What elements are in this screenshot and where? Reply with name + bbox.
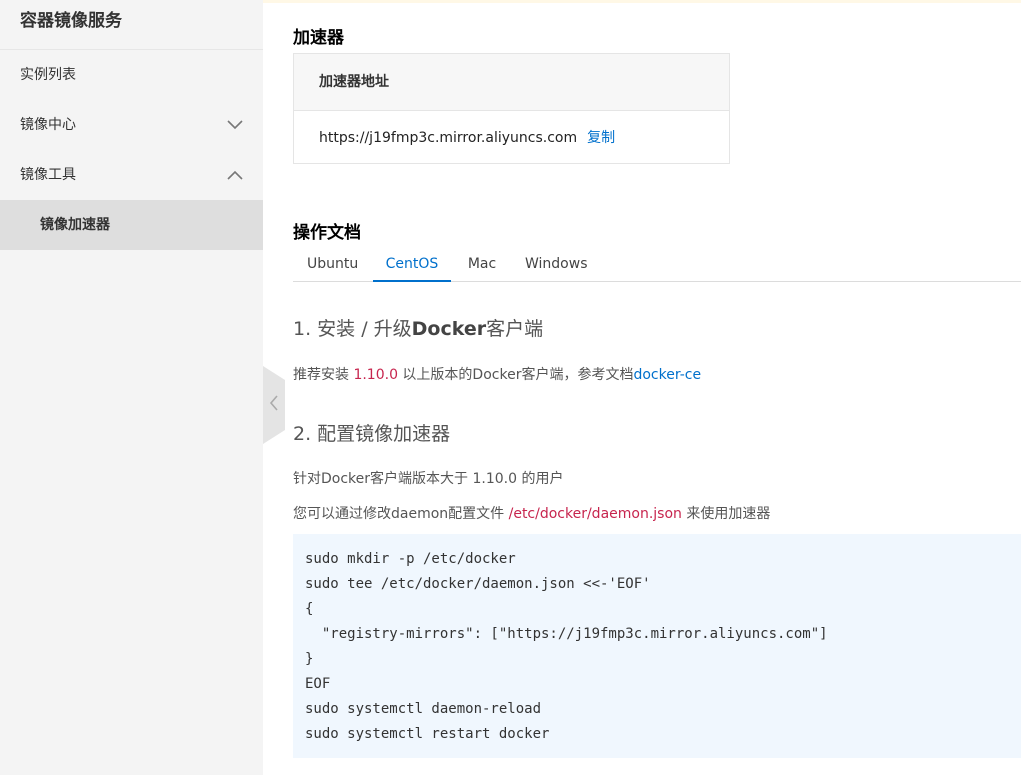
config-path-highlight: /etc/docker/daemon.json (508, 506, 682, 522)
tab-mac[interactable]: Mac (467, 248, 497, 280)
accelerator-table-row: https://j19fmp3c.mirror.aliyuncs.com 复制 (294, 111, 729, 165)
chevron-down-icon (227, 100, 243, 150)
tab-ubuntu[interactable]: Ubuntu (307, 248, 358, 280)
sidebar-item-image-accelerator[interactable]: 镜像加速器 (0, 200, 263, 250)
step2-line1: 针对Docker客户端版本大于 1.10.0 的用户 (293, 471, 564, 487)
code-line: } (305, 651, 314, 667)
version-highlight: 1.10.0 (353, 367, 398, 383)
chevron-left-icon (269, 395, 279, 415)
code-line: sudo mkdir -p /etc/docker (305, 551, 516, 567)
step1-heading: 1. 安装 / 升级Docker客户端 (293, 314, 543, 341)
tab-windows[interactable]: Windows (525, 248, 588, 280)
sidebar-item-label: 实例列表 (20, 67, 76, 83)
step2-line2-before: 您可以通过修改daemon配置文件 (293, 506, 509, 522)
accelerator-url: https://j19fmp3c.mirror.aliyuncs.com (319, 130, 578, 146)
sidebar-collapse-handle[interactable] (263, 366, 285, 444)
code-line: { (305, 601, 314, 617)
step1-text: 推荐安装 1.10.0 以上版本的Docker客户端，参考文档docker-ce (293, 364, 701, 384)
step2-line2-after: 来使用加速器 (681, 506, 771, 522)
step1-heading-suffix: 客户端 (486, 318, 544, 340)
code-line: sudo systemctl daemon-reload (305, 701, 542, 717)
sidebar-item-image-tools[interactable]: 镜像工具 (0, 150, 263, 200)
step2-line2: 您可以通过修改daemon配置文件 /etc/docker/daemon.jso… (293, 503, 770, 523)
step2-heading: 2. 配置镜像加速器 (293, 423, 451, 445)
accelerator-table-header: 加速器地址 (294, 54, 729, 111)
notice-strip (263, 0, 1021, 3)
sidebar-item-image-center[interactable]: 镜像中心 (0, 100, 263, 150)
step1-heading-bold: Docker (411, 318, 487, 340)
step1-text-before: 推荐安装 (293, 367, 354, 383)
sidebar-item-label: 镜像工具 (20, 167, 76, 183)
docker-ce-link[interactable]: docker-ce (633, 367, 701, 383)
sidebar: 容器镜像服务 实例列表 镜像中心 镜像工具 镜像加速器 (0, 0, 263, 775)
chevron-up-icon (227, 150, 243, 200)
step1-text-after: 以上版本的Docker客户端，参考文档 (397, 367, 634, 383)
accelerator-table: 加速器地址 https://j19fmp3c.mirror.aliyuncs.c… (293, 53, 730, 164)
code-line: "registry-mirrors": ["https://j19fmp3c.m… (305, 626, 828, 642)
code-line: sudo systemctl restart docker (305, 726, 550, 742)
tab-centos[interactable]: CentOS (373, 248, 451, 282)
code-block[interactable]: sudo mkdir -p /etc/docker sudo tee /etc/… (293, 534, 1021, 758)
accelerator-title: 加速器 (293, 28, 344, 48)
sidebar-item-instance-list[interactable]: 实例列表 (0, 50, 263, 100)
os-tabs: Ubuntu CentOS Mac Windows (293, 248, 1021, 282)
docs-title: 操作文档 (293, 223, 361, 243)
code-line: EOF (305, 676, 331, 692)
code-line: sudo tee /etc/docker/daemon.json <<-'EOF… (305, 576, 651, 592)
sidebar-title: 容器镜像服务 (0, 0, 263, 50)
step1-heading-prefix: 1. 安装 / 升级 (293, 318, 412, 340)
copy-button[interactable]: 复制 (587, 130, 615, 146)
sidebar-item-label: 镜像中心 (20, 117, 76, 133)
